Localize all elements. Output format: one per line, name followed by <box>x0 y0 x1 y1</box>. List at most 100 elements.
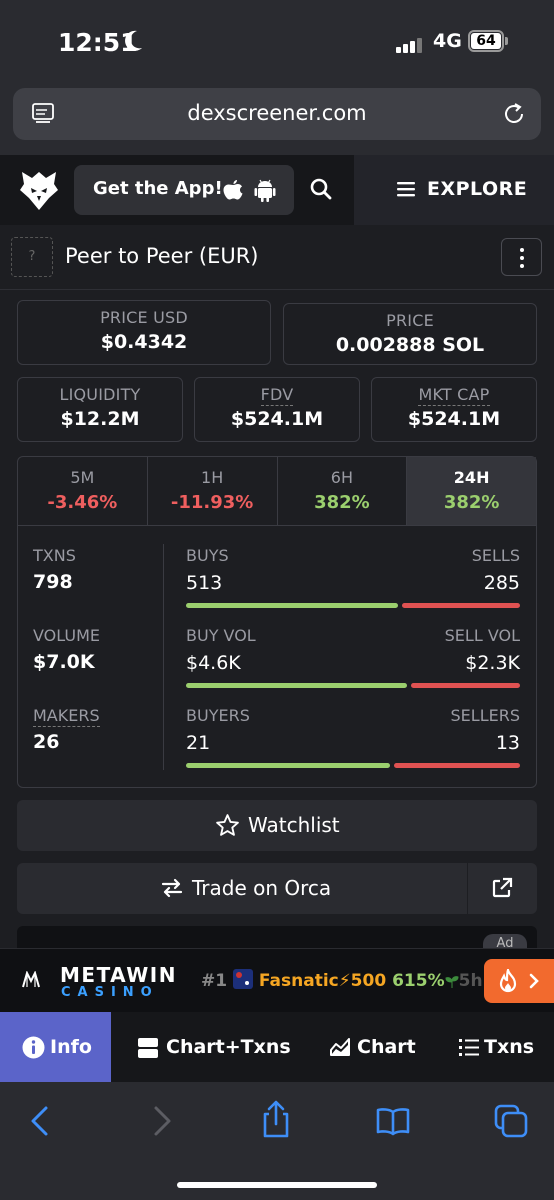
external-link-icon <box>492 877 513 898</box>
tab-chart-txns[interactable]: Chart+Txns <box>111 1012 304 1082</box>
do-not-disturb-moon-icon <box>125 30 142 51</box>
ticker-amount: 500 <box>350 971 387 991</box>
token-flag-icon <box>233 969 253 989</box>
tab-txns[interactable]: Txns <box>437 1012 554 1082</box>
makers-label[interactable]: MAKERS <box>33 706 100 727</box>
bottom-tab-bar: Info Chart+Txns Chart Txns <box>0 1012 554 1082</box>
forward-icon[interactable] <box>144 1104 178 1138</box>
back-icon[interactable] <box>24 1104 58 1138</box>
buys-label: BUYS <box>186 546 229 565</box>
buyers-sellers-stat: BUYERS SELLERS 21 13 <box>186 706 520 768</box>
timeframe-label: 1H <box>201 468 224 487</box>
info-icon <box>22 1036 45 1059</box>
price-usd-label: PRICE USD <box>100 308 188 327</box>
buyers-bar <box>186 763 391 768</box>
buy-vol-value: $4.6K <box>186 652 241 674</box>
reload-icon[interactable] <box>501 101 527 127</box>
search-icon[interactable] <box>309 177 333 201</box>
bookmarks-icon[interactable] <box>376 1104 410 1138</box>
ticker-trail: 5h <box>458 971 483 991</box>
watchlist-label: Watchlist <box>248 813 340 837</box>
dexscreener-logo-icon[interactable] <box>18 168 60 212</box>
apple-icon <box>223 180 243 200</box>
makers-value: 26 <box>33 731 60 753</box>
price-usd-box: PRICE USD $0.4342 <box>17 300 271 365</box>
battery-icon: 64 <box>468 30 504 52</box>
battery-level: 64 <box>471 33 501 49</box>
browser-toolbar <box>0 1082 554 1200</box>
sponsored-banner[interactable]: METAWIN CASINO #1 Fasnatic⚡500 615% 5h <box>0 948 554 1012</box>
site-header: Get the App! EXPLORE <box>0 155 554 225</box>
pair-header: ? Peer to Peer (EUR) <box>0 225 554 290</box>
swap-arrows-icon <box>161 878 183 898</box>
buys-sells-ratio-bar <box>186 603 520 608</box>
metawin-brand: METAWIN <box>60 963 177 987</box>
sell-vol-label: SELL VOL <box>444 626 520 645</box>
explore-label: EXPLORE <box>427 178 528 200</box>
battery-tip <box>505 37 508 45</box>
fdv-box[interactable]: FDV $524.1M <box>194 377 360 442</box>
sells-value: 285 <box>483 572 520 594</box>
timeframe-6h[interactable]: 6H 382% <box>278 457 408 525</box>
fdv-value: $524.1M <box>230 408 324 430</box>
sellers-label: SELLERS <box>450 706 520 725</box>
open-external-button[interactable] <box>468 863 537 914</box>
sell-vol-bar <box>410 683 520 688</box>
tabs-icon[interactable] <box>494 1104 528 1138</box>
tab-info[interactable]: Info <box>0 1012 111 1082</box>
pair-name: Peer to Peer (EUR) <box>65 244 259 268</box>
trade-label: Trade on Orca <box>192 876 332 900</box>
bolt-icon: ⚡ <box>338 971 351 991</box>
buyers-label: BUYERS <box>186 706 250 725</box>
address-bar[interactable]: dexscreener.com <box>13 88 541 140</box>
makers-stat: MAKERS 26 <box>33 706 100 753</box>
ticker-token-name: Fasnatic <box>258 971 339 991</box>
txns-value: 798 <box>33 571 73 593</box>
makers-ratio-bar <box>186 763 520 768</box>
buys-value: 513 <box>186 572 223 594</box>
fdv-label[interactable]: FDV <box>260 385 294 406</box>
network-type: 4G <box>433 30 462 52</box>
sells-bar <box>401 603 520 608</box>
trending-ticker[interactable]: #1 Fasnatic⚡500 615% 5h <box>201 969 483 991</box>
timeframe-24h[interactable]: 24H 382% <box>407 457 536 525</box>
price-native-box: PRICE 0.002888 SOL <box>283 303 537 365</box>
get-app-button[interactable]: Get the App! <box>74 165 294 215</box>
sell-vol-value: $2.3K <box>465 652 520 674</box>
buy-vol-label: BUY VOL <box>186 626 256 645</box>
liquidity-box: LIQUIDITY $12.2M <box>17 377 183 442</box>
trade-button[interactable]: Trade on Orca <box>17 863 467 914</box>
watchlist-button[interactable]: Watchlist <box>17 800 537 851</box>
metawin-casino-label: CASINO <box>61 985 159 1000</box>
url-text[interactable]: dexscreener.com <box>13 101 541 125</box>
trending-fire-button[interactable] <box>484 959 554 1003</box>
cellular-signal-icon <box>396 34 424 53</box>
timeframe-label: 6H <box>330 468 353 487</box>
tab-chart[interactable]: Chart <box>304 1012 437 1082</box>
liquidity-value: $12.2M <box>60 408 140 430</box>
stats-panel: 5M -3.46% 1H -11.93% 6H 382% 24H 382% TX… <box>17 456 537 788</box>
price-usd-value: $0.4342 <box>100 331 188 353</box>
more-options-button[interactable] <box>501 238 542 276</box>
mkt-cap-value: $524.1M <box>407 408 501 430</box>
liquidity-label: LIQUIDITY <box>59 385 141 404</box>
stats-divider <box>163 544 164 770</box>
timeframe-change: 382% <box>443 492 500 513</box>
volume-stat: VOLUME $7.0K <box>33 626 100 673</box>
timeframe-5m[interactable]: 5M -3.46% <box>18 457 148 525</box>
explore-button[interactable]: EXPLORE <box>354 155 554 225</box>
mkt-cap-box[interactable]: MKT CAP $524.1M <box>371 377 537 442</box>
sprout-icon <box>445 976 459 988</box>
timeframe-change: -3.46% <box>47 492 118 513</box>
sells-label: SELLS <box>471 546 520 565</box>
browser-top-chrome: 12:51 4G 64 dexscreener.com <box>0 0 554 155</box>
menu-icon <box>397 182 415 197</box>
tab-info-label: Info <box>50 1036 92 1058</box>
mkt-cap-label[interactable]: MKT CAP <box>418 385 490 406</box>
buyers-value: 21 <box>186 732 211 754</box>
ticker-change: 615% <box>392 971 445 991</box>
timeframe-change: 382% <box>314 492 370 513</box>
ticker-rank: #1 <box>201 971 228 991</box>
share-icon[interactable] <box>259 1100 293 1138</box>
timeframe-1h[interactable]: 1H -11.93% <box>148 457 278 525</box>
